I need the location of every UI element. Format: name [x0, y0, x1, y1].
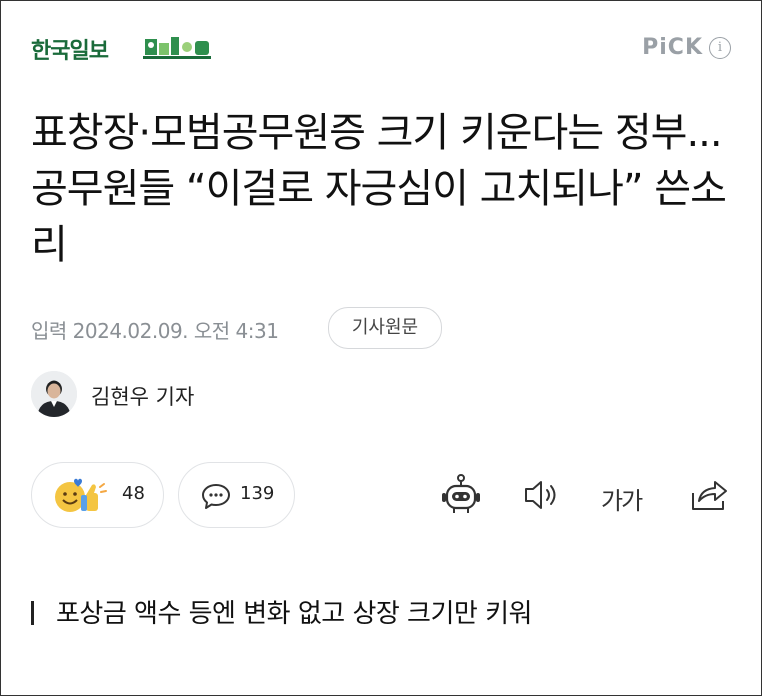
article-headline: 표창장·모범공무원증 크기 키운다는 정부... 공무원들 “이걸로 자긍심이 … — [31, 110, 727, 268]
avatar-portrait-icon — [31, 371, 77, 417]
brand-logo-icon — [143, 37, 211, 59]
speaker-icon[interactable] — [520, 473, 564, 517]
avatar — [31, 371, 77, 417]
brand-name[interactable]: 한국일보 — [31, 33, 109, 65]
font-size-icon: 가가 — [601, 487, 643, 515]
reaction-count: 48 — [122, 483, 145, 504]
subheading-text: 포상금 액수 등엔 변화 없고 상장 크기만 키워 — [56, 599, 532, 629]
font-size-button[interactable]: 가가 — [601, 473, 649, 517]
comment-button[interactable]: 139 — [178, 462, 295, 528]
original-article-button[interactable]: 기사원문 — [328, 307, 442, 349]
robot-icon[interactable] — [439, 473, 483, 517]
comment-icon — [202, 484, 230, 509]
pick-label[interactable]: PiCK — [642, 35, 703, 60]
comment-count: 139 — [240, 483, 275, 504]
info-icon[interactable]: i — [709, 37, 731, 59]
reaction-emoji-icon — [55, 478, 107, 512]
quote-bar — [31, 601, 34, 625]
top-bar: 한국일보 PiCK i — [31, 31, 731, 67]
article-subheading: 포상금 액수 등엔 변화 없고 상장 크기만 키워 — [31, 593, 532, 630]
article-screen: 한국일보 PiCK i 표창장·모범공무원증 크기 키운다는 정부... 공무원… — [0, 0, 762, 696]
reaction-button[interactable]: 48 — [31, 462, 164, 528]
share-icon[interactable] — [687, 473, 731, 517]
author-name: 김현우 기자 — [91, 385, 195, 409]
publish-date: 입력 2024.02.09. 오전 4:31 — [31, 319, 279, 343]
